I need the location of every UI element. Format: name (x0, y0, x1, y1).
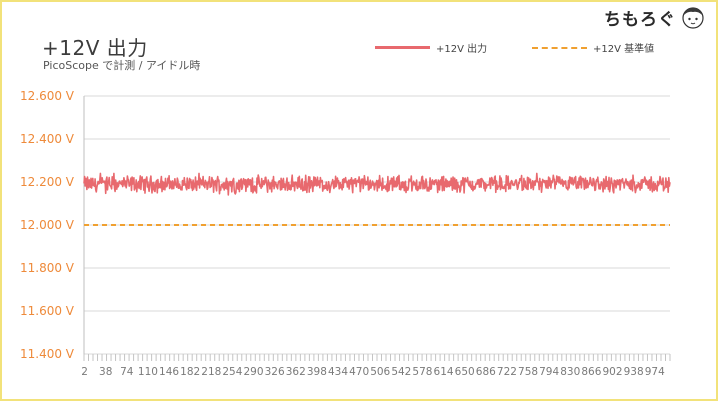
x-tick-label: 794 (539, 366, 559, 378)
y-tick-label: 11.600 V (20, 304, 75, 318)
x-tick-label: 578 (412, 366, 432, 378)
x-tick-label: 470 (349, 366, 369, 378)
x-tick-label: 326 (265, 366, 285, 378)
x-tick-label: 650 (455, 366, 475, 378)
y-tick-label: 11.400 V (20, 347, 75, 361)
y-tick-label: 12.600 V (20, 89, 75, 103)
x-tick-label: 218 (201, 366, 221, 378)
x-tick-label: 506 (370, 366, 390, 378)
x-tick-label: 362 (286, 366, 306, 378)
x-tick-label: 398 (307, 366, 327, 378)
y-tick-label: 12.400 V (20, 132, 75, 146)
x-tick-label: 290 (244, 366, 264, 378)
x-tick-label: 902 (602, 366, 622, 378)
x-tick-label: 434 (328, 366, 348, 378)
x-tick-label: 758 (518, 366, 538, 378)
x-tick-label: 110 (138, 366, 158, 378)
x-tick-label: 722 (497, 366, 517, 378)
y-tick-label: 12.000 V (20, 218, 75, 232)
x-tick-label: 38 (99, 366, 112, 378)
series-output-line (83, 172, 671, 196)
x-tick-label: 74 (120, 366, 134, 378)
y-tick-label: 12.200 V (20, 175, 75, 189)
x-tick-label: 614 (434, 366, 454, 378)
x-tick-label: 974 (645, 366, 665, 378)
chart-plot: 12.600 V 12.400 V 12.200 V 12.000 V 11.800 V… (20, 89, 671, 378)
x-tick-label: 542 (391, 366, 411, 378)
x-tick-label: 2 (81, 366, 88, 378)
x-tick-label: 686 (476, 366, 496, 378)
x-tick-label: 254 (222, 366, 242, 378)
x-tick-label: 146 (159, 366, 179, 378)
y-tick-label: 11.800 V (20, 261, 75, 275)
x-tick-label: 938 (624, 366, 644, 378)
x-tick-label: 182 (180, 366, 200, 378)
x-tick-label: 866 (581, 366, 601, 378)
x-tick-label: 830 (560, 366, 580, 378)
